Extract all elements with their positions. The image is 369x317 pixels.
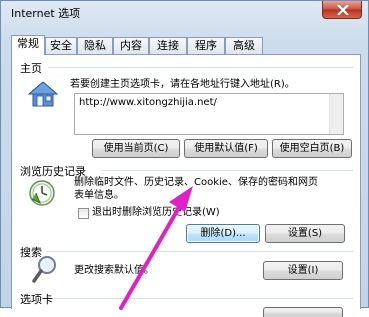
tabs-settings-button[interactable] xyxy=(263,307,343,317)
tab-advanced[interactable]: 高级 xyxy=(225,37,263,54)
tab-label: 连接 xyxy=(157,39,179,52)
internet-options-dialog: Internet 选项 常规 安全 隐私 内容 连接 程序 高级 主页 若要创建… xyxy=(0,0,369,317)
home-url-value: http://www.xitongzhijia.net/ xyxy=(79,97,217,108)
delete-on-exit-checkbox[interactable] xyxy=(78,208,89,219)
tab-label: 程序 xyxy=(195,39,217,52)
tab-privacy[interactable]: 隐私 xyxy=(77,37,113,54)
history-divider xyxy=(102,170,353,171)
history-settings-button[interactable]: 设置(S) xyxy=(265,224,345,243)
window-title: Internet 选项 xyxy=(11,7,81,20)
use-default-button[interactable]: 使用默认值(F) xyxy=(184,139,268,158)
home-url-scrollbar[interactable] xyxy=(329,94,343,134)
use-current-page-button[interactable]: 使用当前页(C) xyxy=(92,139,180,158)
magnifier-icon xyxy=(32,256,56,283)
history-clock-icon xyxy=(29,180,55,206)
tab-label: 高级 xyxy=(233,39,255,52)
home-icon xyxy=(28,81,58,107)
tabs-divider xyxy=(54,298,353,299)
home-url-textarea[interactable]: http://www.xitongzhijia.net/ xyxy=(74,93,344,135)
annotation-arrow-icon xyxy=(119,186,193,310)
tab-content[interactable]: 内容 xyxy=(113,37,149,54)
search-settings-button[interactable]: 设置(I) xyxy=(263,261,343,280)
tab-label: 内容 xyxy=(120,39,142,52)
use-blank-button[interactable]: 使用空白页(B) xyxy=(272,139,352,158)
close-icon xyxy=(337,5,349,15)
tab-label: 常规 xyxy=(17,37,39,50)
tab-general[interactable]: 常规 xyxy=(11,35,45,55)
tab-programs[interactable]: 程序 xyxy=(187,37,225,54)
tab-label: 隐私 xyxy=(84,39,106,52)
tab-security[interactable]: 安全 xyxy=(45,37,77,54)
home-description: 若要创建主页选项卡，请在各地址行键入地址(R)。 xyxy=(70,79,295,90)
home-divider xyxy=(48,67,353,68)
tab-label: 安全 xyxy=(50,39,72,52)
home-section-title: 主页 xyxy=(20,62,42,75)
close-button[interactable] xyxy=(322,1,362,19)
title-bar: Internet 选项 xyxy=(1,1,368,25)
tabs-section-title: 选项卡 xyxy=(20,293,53,306)
tab-connections[interactable]: 连接 xyxy=(149,37,187,54)
